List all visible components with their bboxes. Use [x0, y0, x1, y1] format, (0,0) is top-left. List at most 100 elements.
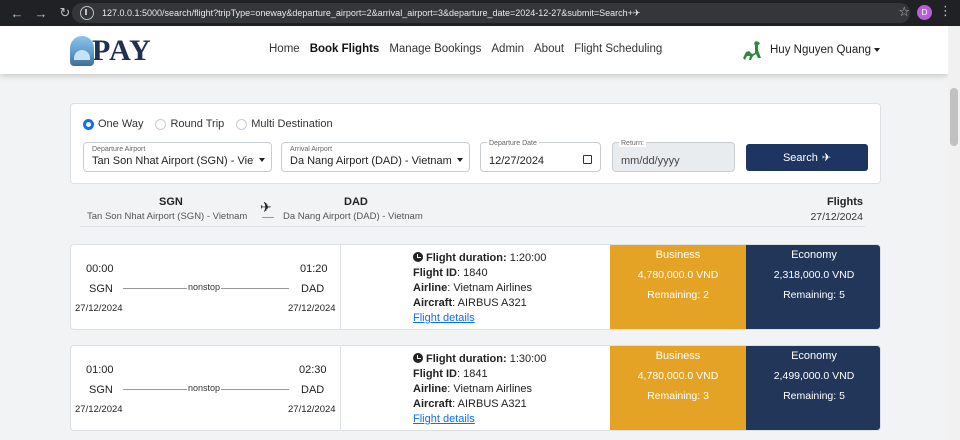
field-value: Da Nang Airport (DAD) - Vietnam [290, 155, 452, 167]
fare-class: Business [655, 249, 701, 261]
duration-label: Flight duration: [426, 353, 507, 365]
destination-code: DAD [301, 283, 325, 295]
clock-icon [413, 252, 423, 262]
flight-id-label: Flight ID [413, 368, 457, 380]
flight-times: 00:00 01:20 SGN nonstop DAD 27/12/2024 2… [71, 245, 341, 329]
flight-info: Flight duration: 1:30:00 Flight ID: 1841… [413, 353, 547, 425]
aircraft-label: Aircraft [413, 398, 453, 410]
clock-icon [413, 353, 423, 363]
browser-toolbar: ← → ↻ 127.0.0.1:5000/search/flight?tripT… [0, 0, 960, 26]
depart-time: 01:00 [86, 364, 114, 376]
trip-type-group: One Way Round Trip Multi Destination [83, 118, 345, 130]
origin-code: SGN [89, 283, 113, 295]
depart-time: 00:00 [86, 263, 114, 275]
fare-price: 2,318,000.0 VND [773, 269, 855, 281]
fare-class: Economy [791, 350, 837, 362]
forward-icon[interactable]: → [30, 2, 52, 24]
radio-label: Round Trip [170, 118, 225, 130]
page-scrollbar[interactable] [948, 26, 960, 440]
address-bar[interactable]: 127.0.0.1:5000/search/flight?tripType=on… [72, 3, 910, 23]
logo-mark-icon [70, 36, 94, 66]
field-label: Departure Airport [92, 146, 146, 153]
radio-multi-destination[interactable]: Multi Destination [236, 118, 333, 130]
fare-remaining: Remaining: 5 [783, 289, 845, 301]
return-date-input: Return: mm/dd/yyyy [612, 140, 735, 172]
duration-label: Flight duration: [426, 252, 507, 264]
destination-code: DAD [301, 384, 325, 396]
departure-airport-select[interactable]: Departure Airport Tan Son Nhat Airport (… [83, 142, 272, 172]
radio-unchecked-icon[interactable] [155, 118, 167, 130]
fare-class: Business [655, 350, 701, 362]
flight-info: Flight duration: 1:20:00 Flight ID: 1840… [413, 252, 547, 324]
nav-admin[interactable]: Admin [491, 43, 524, 55]
arrive-date: 27/12/2024 [288, 303, 336, 314]
business-fare-button[interactable]: Business 4,780,000.0 VND Remaining: 3 [610, 346, 746, 430]
chevron-down-icon [874, 48, 881, 52]
arrive-time: 01:20 [300, 263, 328, 275]
radio-unchecked-icon[interactable] [236, 118, 248, 130]
flight-details-link[interactable]: Flight details [413, 413, 475, 425]
browser-menu-icon[interactable]: ⋮ [939, 3, 952, 19]
field-value: Tan Son Nhat Airport (SGN) - Vietnam [92, 155, 254, 167]
business-fare-button[interactable]: Business 4,780,000.0 VND Remaining: 2 [610, 245, 746, 329]
fare-class: Economy [791, 249, 837, 261]
duration-value: 1:30:00 [509, 353, 547, 365]
field-label: Arrival Airport [290, 146, 333, 153]
nav-home[interactable]: Home [269, 43, 300, 55]
fare-price: 4,780,000.0 VND [637, 370, 719, 382]
arrive-date: 27/12/2024 [288, 404, 336, 415]
flight-times: 01:00 02:30 SGN nonstop DAD 27/12/2024 2… [71, 346, 341, 430]
fare-price: 4,780,000.0 VND [637, 269, 719, 281]
flight-id-label: Flight ID [413, 267, 457, 279]
arrival-airport-select[interactable]: Arrival Airport Da Nang Airport (DAD) - … [281, 142, 470, 172]
departure-date-input[interactable]: Departure Date 12/27/2024 [480, 140, 601, 172]
destination-code: DAD [344, 196, 368, 208]
back-icon[interactable]: ← [6, 2, 28, 24]
radio-one-way[interactable]: One Way [83, 118, 143, 130]
origin-code: SGN [89, 384, 113, 396]
nav-about[interactable]: About [534, 43, 564, 55]
stops-label: nonstop [187, 282, 222, 292]
origin-code: SGN [159, 196, 183, 208]
economy-fare-button[interactable]: Economy 2,499,000.0 VND Remaining: 5 [746, 346, 880, 430]
flights-date: 27/12/2024 [810, 211, 863, 223]
flight-details-link[interactable]: Flight details [413, 312, 475, 324]
calendar-icon[interactable] [583, 155, 592, 164]
search-button[interactable]: Search ✈ [746, 144, 868, 171]
nav-flight-scheduling[interactable]: Flight Scheduling [574, 43, 662, 55]
flight-search-form: One Way Round Trip Multi Destination Dep… [70, 103, 881, 184]
address-url[interactable]: 127.0.0.1:5000/search/flight?tripType=on… [102, 8, 862, 19]
airline-value: Vietnam Airlines [453, 383, 533, 395]
depart-date: 27/12/2024 [75, 404, 123, 415]
profile-avatar[interactable]: D [917, 5, 932, 20]
airplane-icon: ✈ [821, 152, 832, 164]
stops-label: nonstop [187, 383, 222, 393]
economy-fare-button[interactable]: Economy 2,318,000.0 VND Remaining: 5 [746, 245, 880, 329]
site-logo[interactable]: PAY [70, 34, 152, 67]
airline-label: Airline [413, 383, 448, 395]
duration-value: 1:20:00 [509, 252, 547, 264]
depart-date: 27/12/2024 [75, 303, 123, 314]
chevron-down-icon [259, 158, 265, 162]
route-summary: SGN Tan Son Nhat Airport (SGN) - Vietnam… [80, 195, 865, 227]
field-value: 12/27/2024 [489, 155, 545, 167]
dinosaur-avatar-icon [743, 41, 761, 60]
flight-card: 00:00 01:20 SGN nonstop DAD 27/12/2024 2… [70, 244, 881, 330]
flight-card: 01:00 02:30 SGN nonstop DAD 27/12/2024 2… [70, 345, 881, 431]
radio-round-trip[interactable]: Round Trip [155, 118, 224, 130]
radio-checked-icon[interactable] [83, 118, 94, 130]
site-info-icon[interactable] [80, 6, 94, 20]
chevron-down-icon [457, 158, 463, 162]
fare-remaining: Remaining: 3 [647, 390, 709, 402]
fare-remaining: Remaining: 5 [783, 390, 845, 402]
scrollbar-thumb[interactable] [950, 88, 958, 146]
field-placeholder: mm/dd/yyyy [621, 155, 680, 167]
nav-manage-bookings[interactable]: Manage Bookings [389, 43, 481, 55]
origin-name: Tan Son Nhat Airport (SGN) - Vietnam [87, 211, 248, 222]
flights-heading: Flights [826, 196, 863, 208]
user-name: Huy Nguyen Quang [770, 44, 872, 56]
bookmark-star-icon[interactable]: ☆ [898, 4, 910, 20]
user-menu[interactable]: Huy Nguyen Quang [740, 38, 881, 62]
nav-links: Home Book Flights Manage Bookings Admin … [269, 43, 672, 55]
nav-book-flights[interactable]: Book Flights [310, 43, 380, 55]
